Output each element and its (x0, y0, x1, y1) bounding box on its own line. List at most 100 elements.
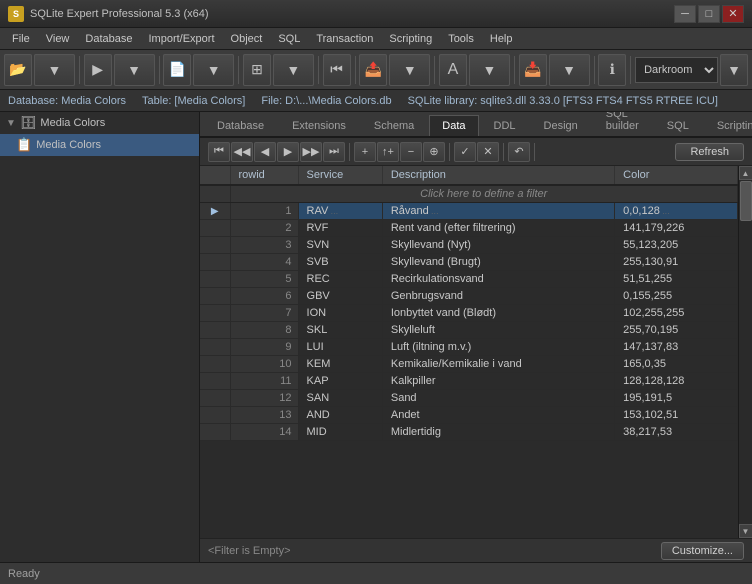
table-row[interactable]: 9LUILuft (iltning m.v.)147,137,83 (200, 339, 738, 356)
minimize-button[interactable]: ─ (674, 5, 696, 23)
nav-copy-button[interactable]: ⊕ (423, 142, 445, 162)
font-button[interactable]: A (439, 54, 467, 86)
navigate-dropdown-button[interactable]: ▼ (114, 54, 155, 86)
cell-description: Råvand… (382, 203, 614, 220)
nav-first-button[interactable]: ⏮ (208, 142, 230, 162)
col-rowid[interactable]: rowid (230, 166, 298, 185)
menu-file[interactable]: File (4, 31, 38, 47)
cell-service: SKL (298, 322, 382, 339)
tab-ddl[interactable]: DDL (481, 115, 529, 136)
refresh-button[interactable]: Refresh (675, 143, 744, 161)
table-row[interactable]: 8SKLSkylleluft255,70,195 (200, 322, 738, 339)
tab-scripting[interactable]: Scripting (704, 115, 752, 136)
filter-placeholder[interactable]: Click here to define a filter (230, 185, 738, 203)
nav-next-button[interactable]: ▶ (277, 142, 299, 162)
navigate-forward-button[interactable]: ▶ (84, 54, 112, 86)
nav-next-skip-button[interactable]: ▶▶ (300, 142, 322, 162)
info-button[interactable]: ℹ (598, 54, 626, 86)
nav-prev-button[interactable]: ◀ (254, 142, 276, 162)
table-row[interactable]: 6GBVGenbrugsvand0,155,255 (200, 288, 738, 305)
tab-design[interactable]: Design (531, 115, 591, 136)
filter-row[interactable]: Click here to define a filter (200, 185, 738, 203)
menu-sql[interactable]: SQL (270, 31, 308, 47)
menu-object[interactable]: Object (223, 31, 271, 47)
table-row[interactable]: 12SANSand195,191,5 (200, 390, 738, 407)
nav-save-button[interactable]: ✓ (454, 142, 476, 162)
maximize-button[interactable]: □ (698, 5, 720, 23)
cell-color: 255,130,91 (615, 254, 738, 271)
table-row[interactable]: 14MIDMidlertidig38,217,53 (200, 424, 738, 441)
table-row[interactable]: 10KEMKemikalie/Kemikalie i vand165,0,35 (200, 356, 738, 373)
cell-color: 51,51,255 (615, 271, 738, 288)
import-button[interactable]: 📥 (519, 54, 547, 86)
import-dropdown-button[interactable]: ▼ (549, 54, 590, 86)
nav-undo-button[interactable]: ↶ (508, 142, 530, 162)
cell-description: Skyllevand (Brugt) (382, 254, 614, 271)
close-button[interactable]: ✕ (722, 5, 744, 23)
grid-dropdown-button[interactable]: ▼ (273, 54, 314, 86)
scrollbar-thumb[interactable] (740, 181, 752, 221)
menu-scripting[interactable]: Scripting (381, 31, 440, 47)
toolbar-separator-1 (79, 56, 80, 84)
filter-empty-label: <Filter is Empty> (208, 545, 291, 557)
cell-service: REC (298, 271, 382, 288)
nav-separator-3 (503, 143, 504, 161)
menu-database[interactable]: Database (77, 31, 140, 47)
grid-button[interactable]: ⊞ (243, 54, 271, 86)
nav-delete-button[interactable]: − (400, 142, 422, 162)
menu-help[interactable]: Help (482, 31, 521, 47)
menu-transaction[interactable]: Transaction (308, 31, 381, 47)
export-button[interactable]: 📤 (359, 54, 387, 86)
table-area[interactable]: rowid Service Description Color Click he… (200, 166, 738, 538)
tab-extensions[interactable]: Extensions (279, 115, 359, 136)
table-row[interactable]: 11KAPKalkpiller128,128,128 (200, 373, 738, 390)
first-button[interactable]: ⏮ (323, 54, 351, 86)
nav-add-button[interactable]: + (354, 142, 376, 162)
cell-description: Midlertidig (382, 424, 614, 441)
tab-database[interactable]: Database (204, 115, 277, 136)
theme-selector[interactable]: Darkroom (635, 57, 718, 83)
theme-dropdown-button[interactable]: ▼ (720, 54, 748, 86)
table-row[interactable]: 7IONIonbyttet vand (Blødt)102,255,255 (200, 305, 738, 322)
table-row[interactable]: 4SVBSkyllevand (Brugt)255,130,91 (200, 254, 738, 271)
nav-last-button[interactable]: ⏭ (323, 142, 345, 162)
open-dropdown-button[interactable]: ▼ (34, 54, 75, 86)
sidebar-item-media-colors-root[interactable]: ▼ 🗄 Media Colors (0, 112, 199, 134)
table-row[interactable]: 5RECRecirkulationsvand51,51,255 (200, 271, 738, 288)
tab-sql-builder[interactable]: SQL builder (593, 112, 652, 136)
table-row[interactable]: 2RVFRent vand (efter filtrering)141,179,… (200, 220, 738, 237)
sidebar-item-media-colors-table[interactable]: 📋 Media Colors (0, 134, 199, 156)
cell-description: Andet (382, 407, 614, 424)
scrollbar-track[interactable] (739, 180, 752, 524)
col-description[interactable]: Description (382, 166, 614, 185)
table-row[interactable]: 13ANDAndet153,102,51 (200, 407, 738, 424)
row-indicator (200, 288, 230, 305)
tab-schema[interactable]: Schema (361, 115, 427, 136)
nav-insert-button[interactable]: ↑+ (377, 142, 399, 162)
open-button[interactable]: 📂 (4, 54, 32, 86)
menu-tools[interactable]: Tools (440, 31, 482, 47)
export-dropdown-button[interactable]: ▼ (389, 54, 430, 86)
cell-rowid: 6 (230, 288, 298, 305)
nav-cancel-button[interactable]: ✕ (477, 142, 499, 162)
nav-prev-skip-button[interactable]: ◀◀ (231, 142, 253, 162)
table-row[interactable]: 3SVNSkyllevand (Nyt)55,123,205 (200, 237, 738, 254)
nav-separator-1 (349, 143, 350, 161)
vertical-scrollbar[interactable]: ▲ ▼ (738, 166, 752, 538)
tab-data[interactable]: Data (429, 115, 478, 136)
customize-button[interactable]: Customize... (661, 542, 744, 560)
cell-color: 0,155,255 (615, 288, 738, 305)
menu-importexport[interactable]: Import/Export (140, 31, 222, 47)
cell-rowid: 13 (230, 407, 298, 424)
tab-sql[interactable]: SQL (654, 115, 702, 136)
new-button[interactable]: 📄 (163, 54, 191, 86)
scroll-up-button[interactable]: ▲ (739, 166, 752, 180)
cell-rowid: 12 (230, 390, 298, 407)
table-row[interactable]: ▶1RAV…Råvand…0,0,128… (200, 203, 738, 220)
col-color[interactable]: Color (615, 166, 738, 185)
col-service[interactable]: Service (298, 166, 382, 185)
font-dropdown-button[interactable]: ▼ (469, 54, 510, 86)
scroll-down-button[interactable]: ▼ (739, 524, 752, 538)
menu-view[interactable]: View (38, 31, 78, 47)
new-dropdown-button[interactable]: ▼ (193, 54, 234, 86)
